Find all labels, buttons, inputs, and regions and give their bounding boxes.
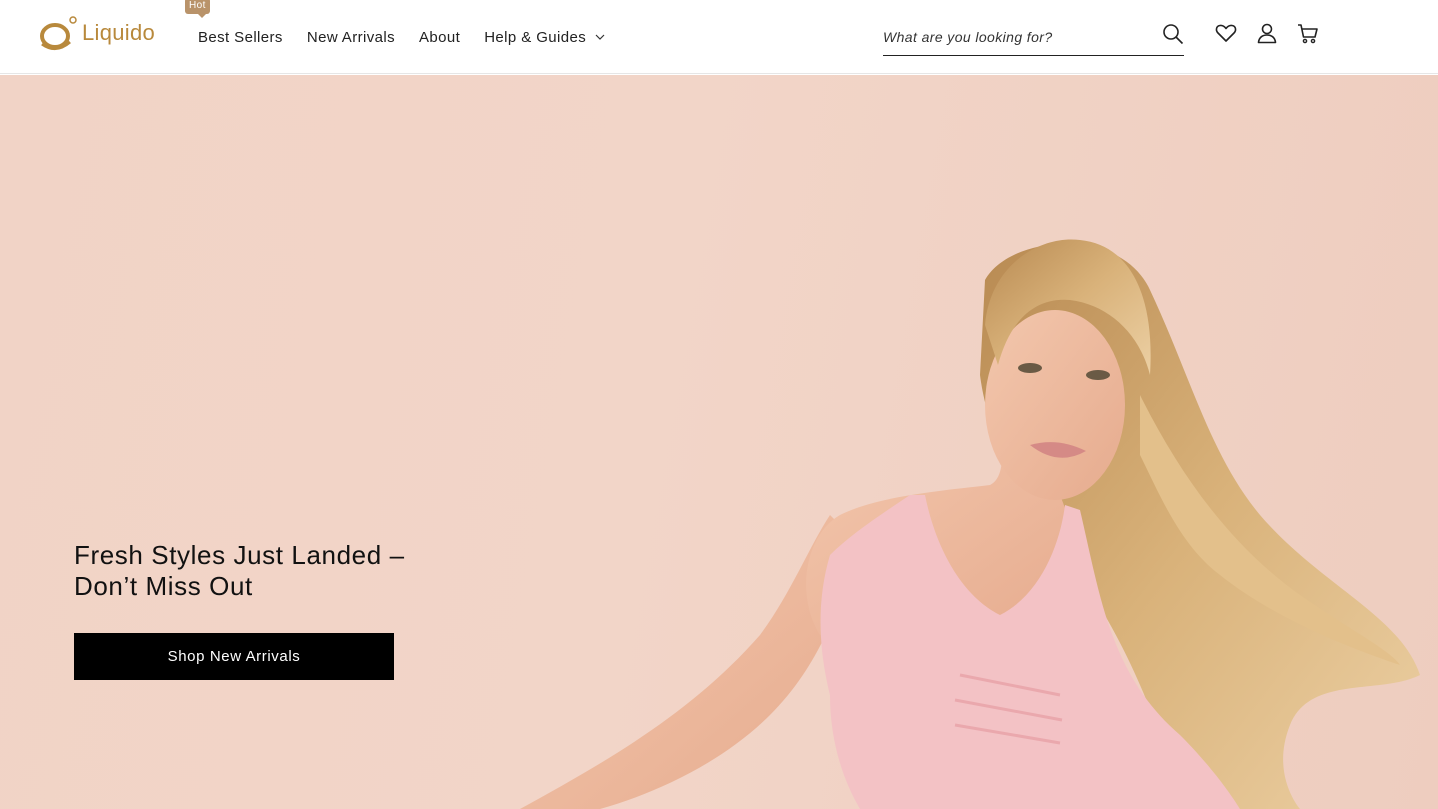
hero-banner: Fresh Styles Just Landed – Don’t Miss Ou… bbox=[0, 75, 1438, 809]
nav-best-sellers-label: Best Sellers bbox=[198, 28, 283, 46]
wishlist-heart-icon[interactable] bbox=[1214, 21, 1238, 45]
nav-best-sellers[interactable]: Hot Best Sellers bbox=[185, 0, 283, 46]
nav-about-label: About bbox=[419, 28, 461, 46]
hero-title: Fresh Styles Just Landed – Don’t Miss Ou… bbox=[74, 540, 434, 602]
hero-title-line-2: Don’t Miss Out bbox=[74, 571, 253, 601]
search-input[interactable] bbox=[883, 21, 1153, 52]
main-nav: Hot Best Sellers New Arrivals About Help… bbox=[185, 0, 629, 74]
hero-model-image bbox=[520, 239, 1420, 809]
search-bar bbox=[883, 18, 1184, 56]
hot-badge: Hot bbox=[185, 0, 210, 18]
shop-new-arrivals-button[interactable]: Shop New Arrivals bbox=[74, 633, 394, 680]
nav-help-guides-label: Help & Guides bbox=[484, 28, 587, 46]
cart-icon[interactable] bbox=[1296, 21, 1320, 45]
brand-logo[interactable]: Liquido bbox=[38, 14, 162, 52]
nav-new-arrivals-label: New Arrivals bbox=[306, 28, 395, 46]
nav-new-arrivals[interactable]: New Arrivals bbox=[307, 29, 395, 46]
search-icon[interactable] bbox=[1162, 23, 1184, 45]
account-user-icon[interactable] bbox=[1255, 21, 1279, 45]
nav-about[interactable]: About bbox=[419, 29, 460, 46]
logo-mark-icon bbox=[40, 16, 77, 50]
nav-help-guides[interactable]: Help & Guides bbox=[484, 29, 605, 46]
chevron-down-icon bbox=[595, 34, 605, 40]
brand-name: Liquido bbox=[82, 20, 156, 45]
site-header: Liquido Hot Best Sellers New Arrivals Ab… bbox=[0, 0, 1438, 74]
hero-title-line-1: Fresh Styles Just Landed – bbox=[74, 540, 405, 570]
